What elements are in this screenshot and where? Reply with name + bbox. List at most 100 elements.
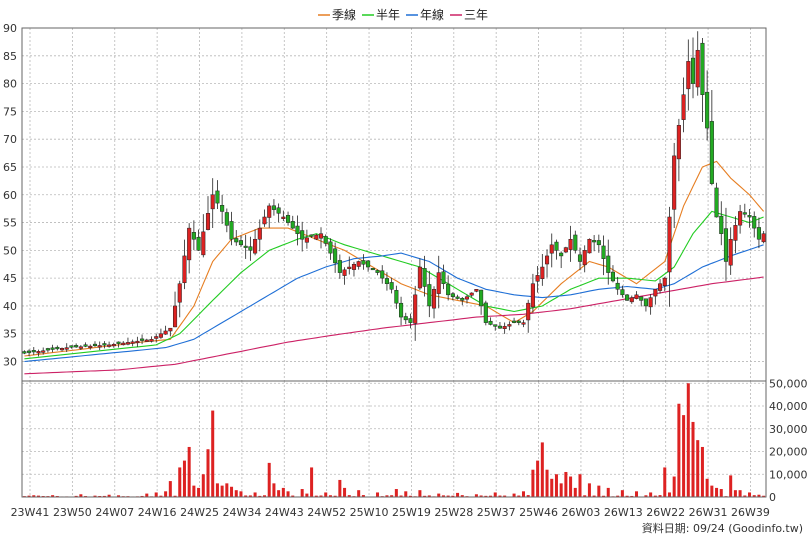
candle-body: [83, 344, 88, 347]
volume-bar: [686, 383, 690, 497]
candle-body: [690, 57, 696, 84]
volume-bar: [705, 478, 709, 497]
candle-body: [187, 227, 192, 261]
candle-body: [78, 346, 83, 349]
candle-body: [177, 283, 182, 303]
volume-bar: [437, 493, 441, 497]
volume-bar: [569, 476, 573, 497]
candle-body: [130, 341, 135, 344]
candle-body: [102, 343, 107, 346]
candle-body: [248, 246, 253, 251]
x-tick-label-12: 25W46: [519, 506, 558, 519]
candle-body: [728, 238, 733, 266]
candle-body: [502, 326, 507, 329]
volume-bar: [677, 403, 681, 497]
price-tick-label-4: 50: [3, 244, 17, 257]
candle-body: [530, 283, 535, 308]
volume-bar: [357, 490, 361, 497]
candle-body: [36, 351, 41, 354]
volume-bars: [22, 383, 766, 498]
volume-bar: [663, 467, 667, 497]
candle-body: [243, 245, 248, 248]
candle-body: [733, 225, 738, 241]
chart-svg: 季線 半年 年線 三年 30 35 40 45 50 55 60 65 70 75 80 85 90 0 10,0…: [3, 7, 808, 535]
x-tick-label-5: 24W34: [222, 506, 261, 519]
candle-body: [540, 266, 545, 279]
volume-bar: [187, 446, 191, 497]
candle-body: [196, 236, 201, 251]
candle-body: [610, 271, 616, 282]
candle-body: [639, 296, 644, 301]
candle-body: [577, 254, 583, 262]
candle-body: [450, 293, 455, 297]
x-tick-label-14: 26W13: [604, 506, 643, 519]
price-tick-label-11: 85: [3, 50, 17, 63]
volume-bar: [719, 489, 723, 497]
volume-bar: [554, 474, 558, 497]
candle-body: [615, 282, 620, 290]
volume-bar: [573, 487, 577, 497]
candle-body: [375, 270, 380, 273]
candle-body: [172, 305, 178, 328]
candle-body: [742, 212, 747, 215]
candle-body: [516, 320, 521, 323]
price-tick-label-10: 80: [3, 78, 17, 91]
candle-body: [351, 264, 357, 270]
x-tick-label-17: 26W39: [731, 506, 770, 519]
candle-body: [653, 289, 658, 297]
candle-body: [304, 237, 309, 243]
price-tick-label-3: 45: [3, 272, 17, 285]
candle-body: [286, 215, 291, 223]
volume-bar: [164, 491, 168, 497]
candle-body: [719, 215, 724, 234]
candle-body: [290, 221, 295, 229]
candle-body: [92, 343, 98, 347]
candle-body: [738, 211, 743, 226]
candle-body: [107, 344, 112, 347]
volume-bar: [253, 492, 257, 497]
volume-bar: [234, 490, 238, 497]
candle-body: [337, 260, 342, 273]
plot-frames: [21, 27, 767, 498]
volume-bar: [559, 483, 563, 497]
candle-body: [295, 225, 300, 234]
candle-body: [309, 234, 314, 237]
volume-tick-label-0: 0: [769, 491, 776, 504]
volume-bar: [649, 492, 653, 497]
volume-bar: [521, 491, 526, 497]
x-tick-label-15: 26W22: [646, 506, 685, 519]
candle-body: [681, 94, 686, 120]
candle-body: [267, 205, 272, 218]
candle-body: [380, 270, 385, 279]
volume-bar: [215, 483, 219, 497]
x-tick-label-1: 23W50: [53, 506, 92, 519]
volume-bar: [404, 491, 408, 497]
ma-line-2: [24, 244, 764, 363]
volume-bar: [545, 469, 549, 497]
volume-grid: [22, 381, 766, 498]
volume-tick-label-4: 40,000: [769, 400, 808, 413]
candle-body: [455, 296, 460, 299]
candle-body: [276, 207, 281, 214]
candle-body: [201, 231, 206, 256]
candle-body: [111, 343, 116, 347]
candle-body: [676, 125, 681, 160]
volume-bar: [286, 491, 290, 497]
volume-bar: [696, 440, 700, 497]
candle-body: [356, 261, 361, 267]
volume-bar: [710, 485, 714, 497]
volume-bar: [540, 442, 544, 497]
volume-bar: [310, 467, 314, 497]
candle-body: [69, 345, 74, 348]
candle-body: [234, 238, 239, 243]
candle-body: [64, 347, 69, 350]
candle-body: [714, 187, 719, 218]
volume-bar: [376, 492, 380, 497]
legend-label-0: 季線: [332, 7, 356, 22]
volume-bar: [672, 476, 676, 497]
candle-body: [389, 282, 394, 290]
volume-bar: [634, 491, 639, 497]
candle-body: [50, 347, 55, 350]
candle-body: [97, 345, 102, 348]
candle-body: [31, 350, 36, 353]
